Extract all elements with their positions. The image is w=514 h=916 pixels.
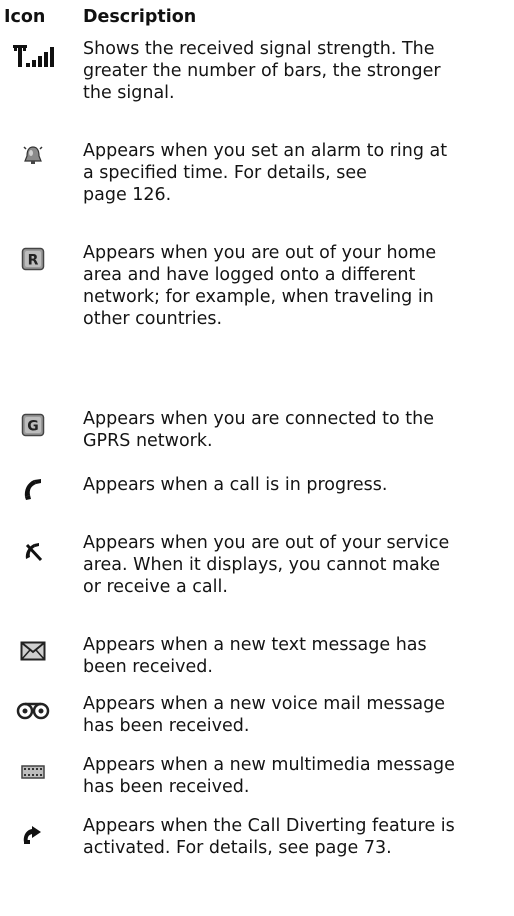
signal-strength-icon xyxy=(0,42,66,72)
row-description: Appears when a new multimedia message ha… xyxy=(83,755,455,797)
row-description: Appears when you set an alarm to ring at… xyxy=(83,141,448,205)
envelope-icon xyxy=(0,640,66,670)
description-column-header: Description xyxy=(83,7,197,27)
icon-column-header: Icon xyxy=(4,7,46,27)
row-description: Appears when you are out of your home ar… xyxy=(83,243,437,329)
table-header: Icon Description xyxy=(0,6,514,32)
voicemail-icon xyxy=(0,701,66,731)
no-service-icon xyxy=(0,540,66,570)
icon-table: Icon Description Shows the received sign… xyxy=(0,0,514,916)
row-description: Appears when you are out of your service… xyxy=(83,533,450,597)
svg-text:G: G xyxy=(27,419,39,435)
multimedia-message-icon xyxy=(0,764,66,794)
row-description: Appears when you are connected to the GP… xyxy=(83,409,435,451)
call-divert-icon xyxy=(0,824,66,854)
row-description: Appears when a new text message has been… xyxy=(83,635,427,677)
call-in-progress-icon xyxy=(0,477,66,507)
row-description: Appears when the Call Diverting feature … xyxy=(83,816,455,858)
svg-text:R: R xyxy=(28,253,39,269)
row-description: Appears when a call is in progress. xyxy=(83,475,388,495)
row-description: Appears when a new voice mail message ha… xyxy=(83,694,445,736)
alarm-bell-icon xyxy=(0,144,66,174)
row-description: Shows the received signal strength. The … xyxy=(83,39,441,103)
roaming-r-icon: R xyxy=(0,247,66,277)
gprs-g-icon: G xyxy=(0,413,66,443)
